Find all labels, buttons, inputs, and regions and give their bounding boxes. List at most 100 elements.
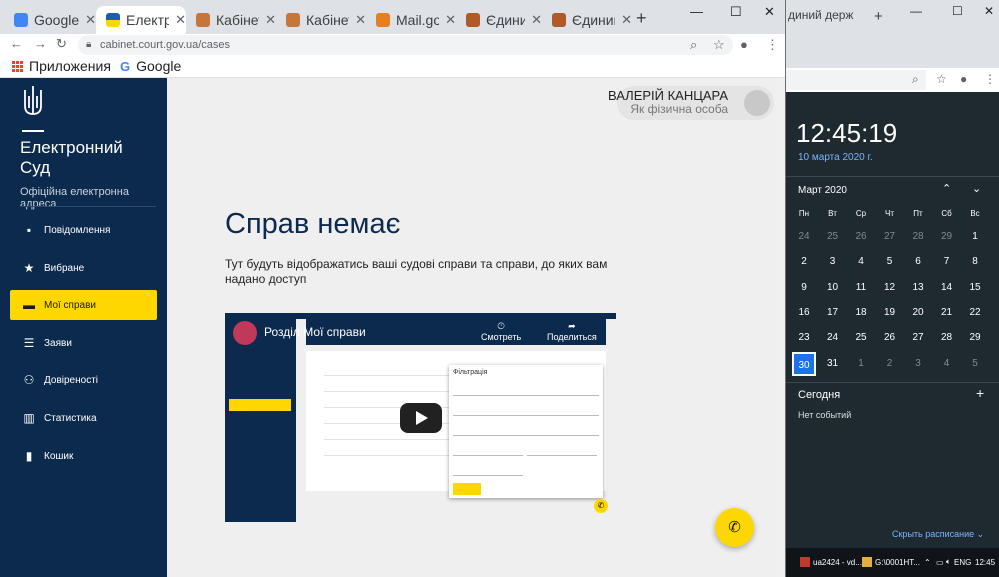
- calendar-day[interactable]: 22: [961, 301, 989, 325]
- video-player[interactable]: Фільтрація Розділ Мої справи 🕑︎ Смотреть…: [225, 313, 616, 522]
- chevron-down-icon[interactable]: ⌄: [972, 182, 981, 195]
- sidebar-item-applications[interactable]: ☰ Заяви: [10, 328, 157, 358]
- chevron-up-icon[interactable]: ⌃: [942, 182, 951, 195]
- close-icon[interactable]: ✕: [445, 12, 456, 28]
- calendar-day-today[interactable]: 30: [792, 351, 816, 376]
- tab-electronic-court[interactable]: Електро ✕: [96, 6, 186, 34]
- close-icon[interactable]: ✕: [621, 12, 632, 28]
- back-icon[interactable]: ←: [10, 36, 23, 51]
- calendar-day[interactable]: 28: [933, 326, 961, 350]
- calendar-day[interactable]: 5: [961, 352, 989, 376]
- calendar-day[interactable]: 29: [961, 326, 989, 350]
- new-tab-button[interactable]: +: [874, 8, 883, 25]
- tab-cabinet-2[interactable]: Кабінет ✕: [276, 6, 366, 34]
- tab-registry-2[interactable]: Єдиний ✕: [542, 6, 632, 34]
- calendar-day[interactable]: 13: [904, 276, 932, 300]
- calendar-day[interactable]: 2: [876, 352, 904, 376]
- calendar-day[interactable]: 21: [933, 301, 961, 325]
- address-bar[interactable]: 🔒︎ cabinet.court.gov.ua/cases: [78, 35, 733, 55]
- calendar-day[interactable]: 11: [847, 276, 875, 300]
- calendar-day[interactable]: 27: [904, 326, 932, 350]
- calendar-day[interactable]: 27: [876, 225, 904, 249]
- calendar-day[interactable]: 26: [876, 326, 904, 350]
- calendar-day[interactable]: 2: [790, 250, 818, 274]
- calendar-day[interactable]: 19: [876, 301, 904, 325]
- reload-icon[interactable]: ↻: [56, 36, 67, 52]
- add-event-icon[interactable]: +: [976, 385, 984, 401]
- watch-later-button[interactable]: 🕑︎ Смотреть: [481, 321, 521, 342]
- tab-google[interactable]: Google ✕: [4, 6, 96, 34]
- bookmark-star-icon[interactable]: ☆: [713, 37, 725, 53]
- profile-icon[interactable]: ●: [960, 72, 967, 86]
- minimize-icon[interactable]: —: [910, 4, 922, 18]
- calendar-day[interactable]: 17: [819, 301, 847, 325]
- calendar-day[interactable]: 14: [933, 276, 961, 300]
- calendar-month[interactable]: Март 2020: [798, 185, 847, 196]
- channel-avatar[interactable]: [233, 321, 257, 345]
- calendar-day[interactable]: 29: [933, 225, 961, 249]
- calendar-day[interactable]: 3: [904, 352, 932, 376]
- calendar-day[interactable]: 24: [790, 225, 818, 249]
- new-tab-button[interactable]: +: [636, 8, 647, 29]
- minimize-icon[interactable]: —: [690, 4, 703, 19]
- close-icon[interactable]: ✕: [265, 12, 276, 28]
- profile-icon[interactable]: ●: [740, 37, 748, 52]
- calendar-day[interactable]: 15: [961, 276, 989, 300]
- tab-mail-gov[interactable]: Mail.gov ✕: [366, 6, 456, 34]
- calendar-day[interactable]: 25: [819, 225, 847, 249]
- calendar-day[interactable]: 12: [876, 276, 904, 300]
- calendar-day[interactable]: 24: [819, 326, 847, 350]
- trident-logo-icon[interactable]: [22, 84, 44, 118]
- bookmark-google[interactable]: G Google: [120, 58, 181, 74]
- calendar-day[interactable]: 6: [904, 250, 932, 274]
- calendar-day[interactable]: 18: [847, 301, 875, 325]
- user-menu[interactable]: ВАЛЕРІЙ КАНЦАРА Як фізична особа: [608, 86, 774, 120]
- video-title[interactable]: Розділ Мої справи: [264, 325, 366, 339]
- sidebar-item-trash[interactable]: ▮ Кошик: [10, 441, 157, 471]
- share-button[interactable]: ➦ Поделиться: [547, 321, 597, 342]
- calendar-day[interactable]: 10: [819, 276, 847, 300]
- sidebar-item-favorites[interactable]: ★ Вибране: [10, 253, 157, 283]
- second-window-address-bar[interactable]: [786, 70, 926, 90]
- calendar-day[interactable]: 8: [961, 250, 989, 274]
- bookmark-apps[interactable]: Приложения: [12, 58, 111, 74]
- calendar-day[interactable]: 20: [904, 301, 932, 325]
- play-button[interactable]: [400, 403, 442, 433]
- calendar-day[interactable]: 9: [790, 276, 818, 300]
- volume-icon[interactable]: 🔈︎: [946, 554, 951, 570]
- close-icon[interactable]: ✕: [355, 12, 366, 28]
- calendar-day[interactable]: 5: [876, 250, 904, 274]
- maximize-icon[interactable]: ☐: [730, 4, 742, 20]
- tab-registry-1[interactable]: Єдиний ✕: [456, 6, 542, 34]
- language-indicator[interactable]: ENG: [954, 554, 971, 570]
- calendar-day[interactable]: 1: [847, 352, 875, 376]
- page-scrollbar[interactable]: [776, 78, 785, 577]
- calendar-day[interactable]: 26: [847, 225, 875, 249]
- forward-icon[interactable]: →: [34, 36, 47, 51]
- zoom-icon[interactable]: ⌕: [690, 37, 697, 53]
- zoom-icon[interactable]: ⌕: [912, 72, 919, 87]
- tray-chevron-icon[interactable]: ⌃: [924, 554, 931, 570]
- sidebar-item-notifications[interactable]: ▪ Повідомлення: [10, 215, 157, 245]
- maximize-icon[interactable]: ☐: [952, 4, 963, 18]
- calendar-day[interactable]: 31: [819, 352, 847, 376]
- taskbar-item-filezilla[interactable]: ua2424 - vd...: [800, 554, 862, 570]
- hide-schedule-link[interactable]: Скрыть расписание ⌄: [892, 529, 984, 540]
- sidebar-item-my-cases[interactable]: ▬ Мої справи: [10, 290, 157, 320]
- calendar-day[interactable]: 16: [790, 301, 818, 325]
- calendar-day[interactable]: 3: [819, 250, 847, 274]
- close-window-icon[interactable]: ✕: [984, 4, 994, 18]
- calendar-day[interactable]: 4: [847, 250, 875, 274]
- sidebar-item-powers-of-attorney[interactable]: ⚇ Довіреності: [10, 365, 157, 395]
- second-window-tab[interactable]: диний держ: [786, 8, 864, 32]
- menu-dots-icon[interactable]: ⋮: [766, 37, 779, 53]
- close-window-icon[interactable]: ✕: [764, 4, 775, 20]
- close-icon[interactable]: ✕: [85, 12, 96, 28]
- taskbar-item-explorer[interactable]: G:\0001HT...: [862, 554, 920, 570]
- close-icon[interactable]: ✕: [175, 12, 186, 28]
- clock-date[interactable]: 10 марта 2020 г.: [798, 152, 873, 163]
- taskbar-clock[interactable]: 12:45: [975, 554, 995, 570]
- bookmark-star-icon[interactable]: ☆: [936, 72, 947, 86]
- calendar-day[interactable]: 1: [961, 225, 989, 249]
- menu-dots-icon[interactable]: ⋮: [984, 72, 996, 86]
